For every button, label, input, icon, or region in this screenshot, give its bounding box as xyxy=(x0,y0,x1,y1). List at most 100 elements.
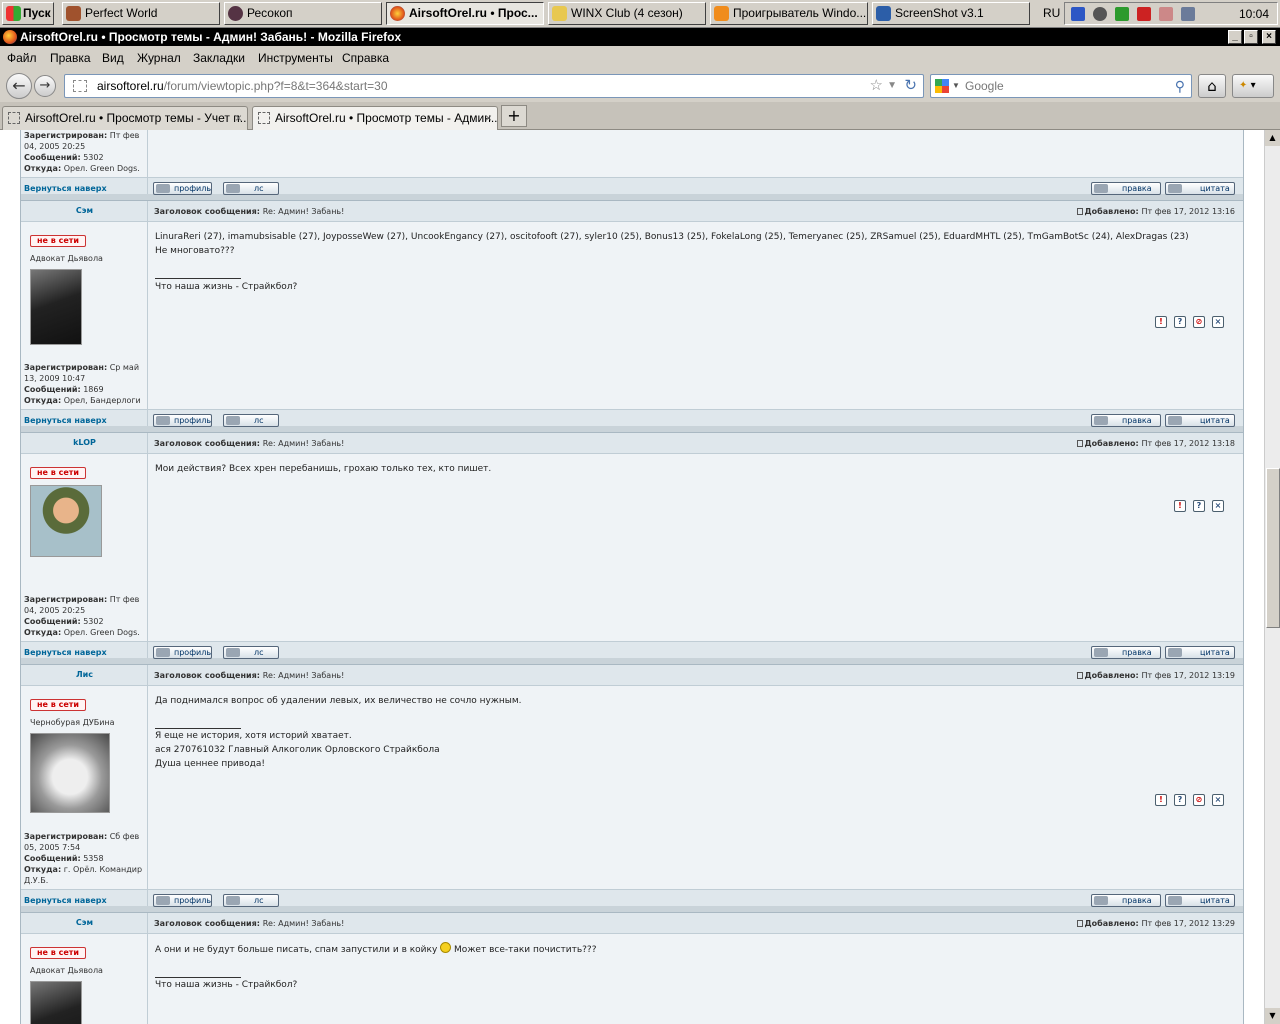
back-to-top-link[interactable]: Вернуться наверх xyxy=(24,416,107,425)
search-bar[interactable]: ▼ Google ⚲ xyxy=(930,74,1192,98)
navigation-toolbar: ← → airsoftorel.ru/forum/viewtopic.php?f… xyxy=(0,70,1280,102)
skype-icon[interactable] xyxy=(1093,7,1107,21)
taskbar-item-winx-folder[interactable]: WINX Club (4 сезон) xyxy=(548,2,706,25)
close-button[interactable]: × xyxy=(1262,30,1276,44)
tab-account[interactable]: AirsoftOrel.ru • Просмотр темы - Учет п.… xyxy=(2,106,248,130)
back-button[interactable]: ← xyxy=(6,73,32,99)
pm-button[interactable]: лс xyxy=(223,182,279,195)
taskbar-item-perfect-world[interactable]: Perfect World xyxy=(62,2,220,25)
quote-icon xyxy=(1168,648,1182,657)
delete-icon[interactable]: × xyxy=(1212,794,1224,806)
menu-view[interactable]: Вид xyxy=(102,51,124,65)
scroll-down-button[interactable]: ▼ xyxy=(1265,1008,1280,1024)
back-to-top-link[interactable]: Вернуться наверх xyxy=(24,648,107,657)
page-identity-icon[interactable] xyxy=(73,80,87,92)
clock[interactable]: 10:04 xyxy=(1239,7,1269,21)
start-button[interactable]: Пуск xyxy=(2,2,54,25)
question-icon[interactable]: ? xyxy=(1193,500,1205,512)
volume-icon[interactable] xyxy=(1181,7,1195,21)
taskbar-item-screenshot[interactable]: ScreenShot v3.1 xyxy=(872,2,1030,25)
author-stats: Зарегистрирован: Сб фев 05, 2005 7:54 Со… xyxy=(24,832,143,885)
scroll-up-button[interactable]: ▲ xyxy=(1265,130,1280,146)
edit-icon xyxy=(1094,416,1108,425)
menu-edit[interactable]: Правка xyxy=(50,51,91,65)
edit-icon xyxy=(1094,184,1108,193)
home-icon: ⌂ xyxy=(1207,77,1217,95)
question-icon[interactable]: ? xyxy=(1174,316,1186,328)
pm-button[interactable]: лс xyxy=(223,646,279,659)
taskbar-item-label: ScreenShot v3.1 xyxy=(895,6,984,20)
tab-label: AirsoftOrel.ru • Просмотр темы - Админ..… xyxy=(275,111,498,125)
quote-button[interactable]: цитата xyxy=(1165,182,1235,195)
profile-button[interactable]: профиль xyxy=(153,182,213,195)
taskbar-item-firefox[interactable]: AirsoftOrel.ru • Прос... xyxy=(386,2,544,25)
google-icon[interactable] xyxy=(935,79,949,93)
quote-button[interactable]: цитата xyxy=(1165,894,1235,907)
menu-help[interactable]: Справка xyxy=(342,51,389,65)
scroll-thumb[interactable] xyxy=(1266,468,1280,628)
tray-app-icon[interactable] xyxy=(1159,7,1173,21)
ban-icon[interactable]: ⊘ xyxy=(1193,316,1205,328)
magnifier-icon[interactable]: ⚲ xyxy=(1175,75,1185,97)
red-exclamation-icon[interactable]: ! xyxy=(1155,316,1167,328)
edit-button[interactable]: правка xyxy=(1091,182,1161,195)
profile-button[interactable]: профиль xyxy=(153,414,213,427)
new-tab-button[interactable]: + xyxy=(501,105,527,127)
perfect-world-icon xyxy=(66,6,81,21)
url-bar[interactable]: airsoftorel.ru/forum/viewtopic.php?f=8&t… xyxy=(64,74,924,98)
avatar xyxy=(30,485,102,557)
profile-button[interactable]: профиль xyxy=(153,894,213,907)
tab-close-icon[interactable]: × xyxy=(485,107,492,129)
post-author[interactable]: Сэм xyxy=(21,206,148,215)
tab-close-icon[interactable]: × xyxy=(235,107,242,129)
bookmark-star-icon[interactable]: ☆ xyxy=(870,75,883,97)
menu-bookmarks[interactable]: Закладки xyxy=(193,51,245,65)
pm-icon xyxy=(226,896,240,905)
tray-app-green-icon[interactable] xyxy=(1115,7,1129,21)
post-author[interactable]: kLOP xyxy=(21,438,148,447)
minimize-button[interactable]: _ xyxy=(1228,30,1242,44)
addon-button[interactable]: ✦ ▾ xyxy=(1232,74,1274,98)
menu-file[interactable]: Файл xyxy=(7,51,37,65)
menu-tools[interactable]: Инструменты xyxy=(258,51,333,65)
back-to-top-link[interactable]: Вернуться наверх xyxy=(24,896,107,905)
post-link-icon xyxy=(1076,920,1083,927)
vertical-scrollbar[interactable]: ▲ ▼ xyxy=(1264,130,1280,1024)
profile-button[interactable]: профиль xyxy=(153,646,213,659)
edit-button[interactable]: правка xyxy=(1091,894,1161,907)
edit-button[interactable]: правка xyxy=(1091,414,1161,427)
avatar xyxy=(30,269,82,345)
post-author[interactable]: Лис xyxy=(21,670,148,679)
post-author[interactable]: Сэм xyxy=(21,918,148,927)
question-icon[interactable]: ? xyxy=(1174,794,1186,806)
red-exclamation-icon[interactable]: ! xyxy=(1174,500,1186,512)
language-indicator[interactable]: RU xyxy=(1043,6,1060,20)
delete-icon[interactable]: × xyxy=(1212,500,1224,512)
ban-icon[interactable]: ⊘ xyxy=(1193,794,1205,806)
red-exclamation-icon[interactable]: ! xyxy=(1155,794,1167,806)
menu-history[interactable]: Журнал xyxy=(137,51,181,65)
maximize-button[interactable]: ▫ xyxy=(1244,30,1258,44)
delete-icon[interactable]: × xyxy=(1212,316,1224,328)
pm-button[interactable]: лс xyxy=(223,894,279,907)
search-engine-dropdown-icon[interactable]: ▼ xyxy=(952,75,960,97)
back-to-top-link[interactable]: Вернуться наверх xyxy=(24,184,107,193)
taskbar-item-resokop[interactable]: Ресокоп xyxy=(224,2,382,25)
forum-post: kLOP Заголовок сообщения: Re: Админ! Заб… xyxy=(21,432,1243,664)
reload-icon[interactable]: ↻ xyxy=(904,75,917,97)
url-history-dropdown-icon[interactable]: ▼ xyxy=(887,75,897,97)
edit-button[interactable]: правка xyxy=(1091,646,1161,659)
taskbar-item-media-player[interactable]: Проигрыватель Windo... xyxy=(710,2,868,25)
forum-post-previous: Зарегистрирован: Пт фев 04, 2005 20:25 С… xyxy=(21,130,1243,200)
forward-button[interactable]: → xyxy=(34,75,56,97)
home-button[interactable]: ⌂ xyxy=(1198,74,1226,98)
quote-button[interactable]: цитата xyxy=(1165,414,1235,427)
tab-admin-ban[interactable]: AirsoftOrel.ru • Просмотр темы - Админ..… xyxy=(252,106,498,131)
quote-button[interactable]: цитата xyxy=(1165,646,1235,659)
back-arrow-icon: ← xyxy=(12,76,26,95)
taskbar-item-label: Ресокоп xyxy=(247,6,293,20)
network-icon[interactable] xyxy=(1071,7,1085,21)
pm-button[interactable]: лс xyxy=(223,414,279,427)
forum-post: Лис Заголовок сообщения: Re: Админ! Заба… xyxy=(21,664,1243,912)
kaspersky-icon[interactable] xyxy=(1137,7,1151,21)
